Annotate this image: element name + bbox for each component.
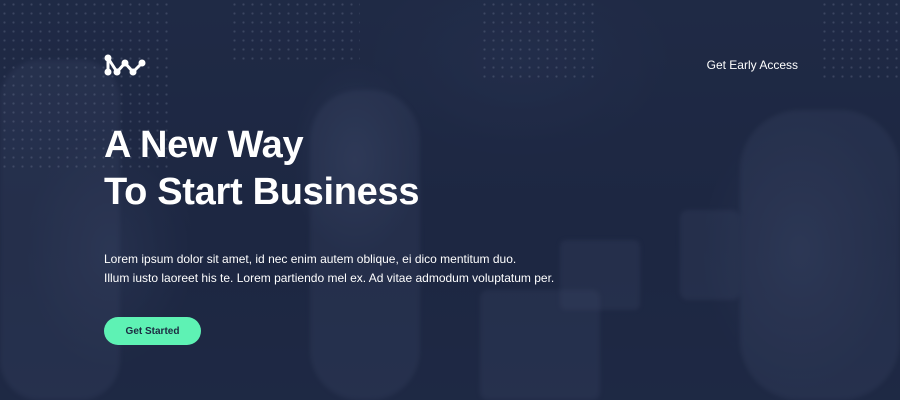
hero-title: A New Way To Start Business: [104, 122, 419, 216]
hero-description: Lorem ipsum dolor sit amet, id nec enim …: [104, 250, 554, 288]
hero-section: Get Early Access A New Way To Start Busi…: [0, 0, 900, 400]
hero-description-line-1: Lorem ipsum dolor sit amet, id nec enim …: [104, 252, 517, 266]
get-started-button[interactable]: Get Started: [104, 317, 201, 345]
hero-title-line-2: To Start Business: [104, 171, 420, 213]
hero-description-line-2: Illum iusto laoreet his te. Lorem partie…: [104, 271, 555, 285]
get-early-access-link[interactable]: Get Early Access: [707, 58, 798, 72]
molecule-network-icon[interactable]: [104, 52, 146, 80]
hero-title-line-1: A New Way: [104, 124, 304, 166]
